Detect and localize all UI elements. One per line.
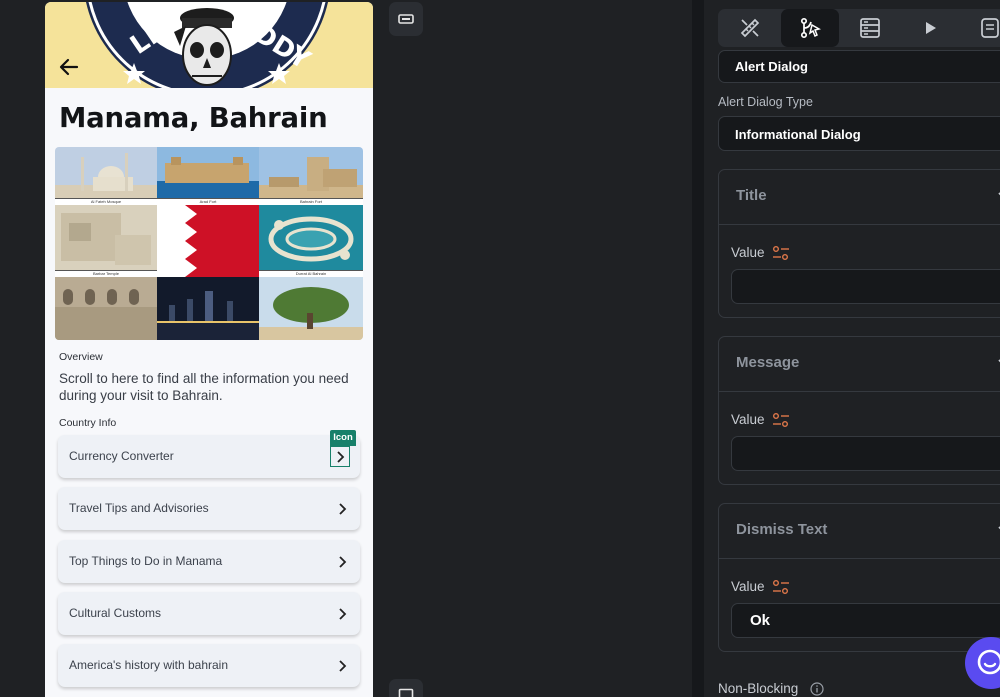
- dismiss-section-header[interactable]: Dismiss Text: [719, 504, 1000, 559]
- section-heading: Title: [736, 187, 767, 204]
- photo-caption: Bahrain Fort: [259, 198, 363, 205]
- widget-toolbar-button[interactable]: [389, 679, 423, 697]
- variable-settings-icon[interactable]: [772, 245, 790, 261]
- island-aerial-photo: Durrat Al Bahrain: [259, 205, 363, 277]
- action-type-dropdown[interactable]: Alert Dialog: [718, 50, 1000, 83]
- chevron-right-icon: [339, 660, 347, 672]
- selected-icon-outline[interactable]: [330, 446, 350, 467]
- message-section-header[interactable]: Message: [719, 337, 1000, 392]
- actions-branch-icon: [800, 17, 821, 39]
- country-info-label: Country Info: [59, 417, 117, 429]
- image-collage: Al Fateh Mosque Arad Fort Bahrain Fort B…: [55, 147, 363, 340]
- value-label: Value: [731, 579, 765, 594]
- title-section-header[interactable]: Title: [719, 170, 1000, 225]
- tab-actions[interactable]: [781, 9, 839, 47]
- card-top-things[interactable]: Top Things to Do in Manama: [58, 540, 360, 583]
- page-title: Manama, Bahrain: [59, 102, 328, 134]
- message-value-input[interactable]: [731, 436, 1000, 471]
- chat-bubble-icon: [977, 649, 1000, 675]
- card-travel-tips[interactable]: Travel Tips and Advisories: [58, 487, 360, 530]
- value-label: Value: [731, 412, 765, 427]
- liberty-buddy-logo: LIB DDY: [85, 2, 329, 88]
- dropdown-value: Informational Dialog: [735, 127, 861, 142]
- sea-fort-photo: Arad Fort: [157, 147, 259, 205]
- title-section: Title Value: [718, 169, 1000, 318]
- chevron-right-icon: [339, 556, 347, 568]
- overview-text: Scroll to here to find all the informati…: [59, 371, 349, 403]
- dismiss-text-section: Dismiss Text Value: [718, 503, 1000, 652]
- info-icon[interactable]: [810, 682, 824, 696]
- app-preview: LIB DDY Manama, Bahrain Al Fateh Mosque …: [45, 2, 373, 697]
- dialog-type-label: Alert Dialog Type: [718, 95, 813, 109]
- arches-photo: [55, 277, 157, 340]
- card-label: America's history with bahrain: [69, 658, 229, 672]
- value-label: Value: [731, 245, 765, 260]
- dialog-type-dropdown[interactable]: Informational Dialog: [718, 116, 1000, 151]
- dismiss-value-input[interactable]: [731, 603, 1000, 638]
- chevron-right-icon: [339, 503, 347, 515]
- section-heading: Dismiss Text: [736, 521, 828, 538]
- photo-caption: Barbar Temple: [55, 270, 157, 277]
- variable-settings-icon[interactable]: [772, 412, 790, 428]
- properties-panel: Alert Dialog Alert Dialog Type Informati…: [704, 0, 1000, 697]
- photo-caption: Arad Fort: [157, 198, 259, 205]
- night-skyline-photo: [157, 277, 259, 340]
- tab-properties[interactable]: [721, 9, 779, 47]
- overview-label: Overview: [59, 351, 103, 363]
- ruler-pencil-icon: [740, 18, 760, 38]
- card-currency-converter[interactable]: Currency Converter: [58, 435, 360, 478]
- tab-page[interactable]: [961, 9, 1000, 47]
- page-icon: [981, 18, 999, 38]
- widget-toolbar-button[interactable]: [389, 2, 423, 36]
- tab-animations[interactable]: [901, 9, 959, 47]
- database-icon: [860, 18, 880, 38]
- message-section: Message Value: [718, 336, 1000, 485]
- variable-settings-icon[interactable]: [772, 579, 790, 595]
- keyboard-icon: [398, 14, 414, 24]
- chevron-right-icon: [339, 608, 347, 620]
- chevron-right-icon: [337, 451, 345, 463]
- back-arrow-icon[interactable]: [57, 55, 81, 79]
- icon-selection-tag: Icon: [330, 430, 356, 446]
- panel-divider[interactable]: [692, 0, 704, 697]
- fort-ruins-photo: Bahrain Fort: [259, 147, 363, 205]
- stone-ruins-photo: Barbar Temple: [55, 205, 157, 277]
- card-label: Currency Converter: [69, 449, 174, 463]
- photo-caption: Durrat Al Bahrain: [259, 270, 363, 277]
- play-icon: [926, 22, 936, 34]
- photo-caption: Al Fateh Mosque: [55, 198, 157, 205]
- card-america-history[interactable]: America's history with bahrain: [58, 644, 360, 687]
- title-value-input[interactable]: [731, 269, 1000, 304]
- bahrain-flag: [157, 205, 259, 277]
- card-cultural-customs[interactable]: Cultural Customs: [58, 592, 360, 635]
- frame-icon: [398, 688, 414, 697]
- tree-of-life-photo: [259, 277, 363, 340]
- card-label: Top Things to Do in Manama: [69, 554, 223, 568]
- tab-backend-query[interactable]: [841, 9, 899, 47]
- section-heading: Message: [736, 354, 800, 371]
- card-label: Travel Tips and Advisories: [69, 501, 209, 515]
- mosque-photo: Al Fateh Mosque: [55, 147, 157, 205]
- panel-tabs: [718, 9, 1000, 47]
- non-blocking-label: Non-Blocking: [718, 681, 799, 696]
- dropdown-value: Alert Dialog: [735, 59, 808, 74]
- card-label: Cultural Customs: [69, 606, 162, 620]
- header-banner: LIB DDY: [45, 2, 373, 88]
